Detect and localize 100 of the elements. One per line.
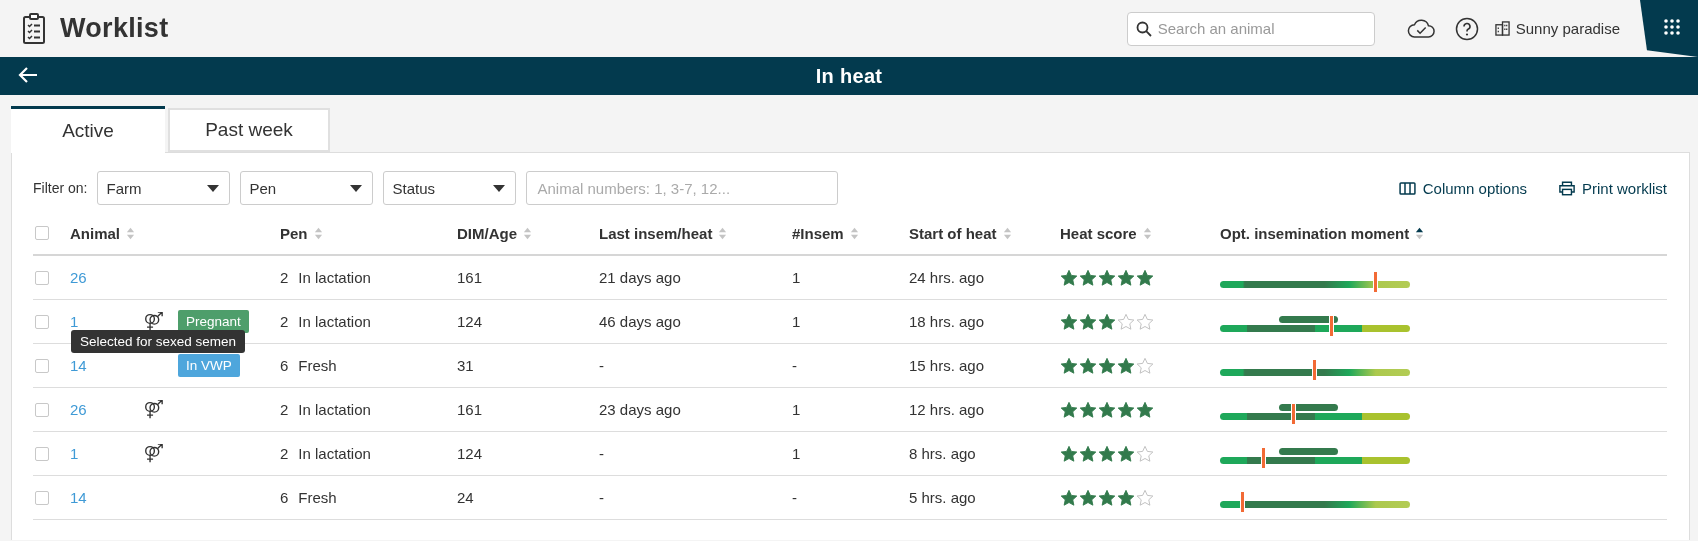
- star-icon: [1079, 312, 1097, 331]
- sex-symbol-icon: [143, 400, 164, 419]
- star-icon: [1136, 268, 1154, 287]
- column-header[interactable]: Heat score: [1060, 224, 1137, 242]
- filter-dropdown[interactable]: Farm: [97, 171, 231, 205]
- table-cell: 31: [457, 357, 474, 374]
- star-icon: [1136, 312, 1154, 331]
- column-header[interactable]: Start of heat: [909, 224, 997, 242]
- checkbox[interactable]: [35, 358, 49, 373]
- checkbox[interactable]: [35, 314, 49, 329]
- column-header[interactable]: Opt. insemination moment: [1220, 224, 1410, 242]
- cloud-check-icon: [1406, 18, 1435, 39]
- pen-name: Fresh: [298, 357, 337, 374]
- filter-dropdown[interactable]: Status: [383, 171, 517, 205]
- caret-icon: [207, 184, 220, 192]
- star-icon: [1098, 356, 1116, 375]
- pen-name: In lactation: [298, 445, 371, 462]
- caret-icon: [493, 184, 506, 192]
- table-cell: 24 hrs. ago: [909, 269, 985, 286]
- star-icon: [1060, 488, 1078, 507]
- checkbox[interactable]: [35, 226, 49, 240]
- table-cell: 1: [792, 313, 801, 330]
- sex-symbol-icon: [143, 312, 164, 331]
- star-icon: [1098, 444, 1116, 463]
- table-cell: 12 hrs. ago: [909, 401, 985, 418]
- table-cell: 15 hrs. ago: [909, 357, 985, 374]
- sort-icon[interactable]: [1415, 225, 1425, 241]
- star-icon: [1136, 444, 1154, 463]
- star-icon: [1117, 268, 1135, 287]
- pen-number: 2: [280, 269, 289, 286]
- tooltip: Selected for sexed semen: [71, 330, 246, 353]
- table-cell: 21 days ago: [599, 269, 681, 286]
- printer-icon: [1559, 180, 1575, 196]
- star-icon: [1060, 400, 1078, 419]
- star-icon: [1117, 400, 1135, 419]
- checkbox[interactable]: [35, 490, 49, 505]
- window-bar: [1278, 403, 1338, 411]
- table-cell: 8 hrs. ago: [909, 445, 976, 462]
- pen-number: 6: [280, 357, 289, 374]
- star-icon: [1117, 488, 1135, 507]
- column-header[interactable]: Pen: [280, 224, 308, 242]
- building-icon: [1494, 21, 1510, 36]
- star-icon: [1098, 488, 1116, 507]
- table-cell: 124: [457, 313, 483, 330]
- help-icon: [1454, 16, 1479, 41]
- pen-number: 2: [280, 445, 289, 462]
- column-header[interactable]: Animal: [70, 224, 120, 242]
- sex-symbol-icon: [143, 444, 164, 463]
- page-title: Worklist: [60, 13, 169, 44]
- pen-number: 6: [280, 489, 289, 506]
- table-cell: 24: [457, 489, 474, 506]
- table-cell: -: [599, 445, 604, 462]
- table-cell: 23 days ago: [599, 401, 681, 418]
- table-cell: 161: [457, 269, 483, 286]
- search-field[interactable]: Search an animal: [1126, 11, 1375, 46]
- pen-name: In lactation: [298, 313, 371, 330]
- menu-grid-icon: [1663, 17, 1681, 36]
- print-button[interactable]: Print worklist: [1559, 179, 1667, 197]
- pen-name: Fresh: [298, 489, 337, 506]
- star-icon: [1060, 356, 1078, 375]
- star-icon: [1079, 444, 1097, 463]
- window-bar: [1278, 315, 1338, 323]
- checkbox[interactable]: [35, 446, 49, 461]
- farm-selector[interactable]: Sunny paradise: [1494, 20, 1620, 37]
- tab[interactable]: Active: [11, 106, 165, 153]
- search-input[interactable]: Search an animal: [1157, 20, 1358, 37]
- checkbox[interactable]: [35, 270, 49, 285]
- table-cell: 46 days ago: [599, 313, 681, 330]
- star-icon: [1060, 444, 1078, 463]
- star-icon: [1117, 356, 1135, 375]
- window-bar: [1278, 447, 1338, 455]
- column-header[interactable]: Last insem/heat: [599, 224, 713, 242]
- star-icon: [1117, 312, 1135, 331]
- clipboard-icon: [22, 12, 46, 45]
- table-cell: 18 hrs. ago: [909, 313, 985, 330]
- column-header[interactable]: #Insem: [792, 224, 844, 242]
- column-header[interactable]: DIM/Age: [457, 224, 517, 242]
- section-title: In heat: [815, 64, 883, 88]
- column-options-button[interactable]: Column options: [1398, 179, 1527, 197]
- table-cell: -: [792, 357, 797, 374]
- cloud-sync-button[interactable]: [1406, 18, 1435, 39]
- table-cell: 161: [457, 401, 483, 418]
- animal-numbers-field[interactable]: Animal numbers: 1, 3-7, 12...: [526, 171, 839, 205]
- star-icon: [1079, 356, 1097, 375]
- apps-menu-button[interactable]: [1640, 0, 1698, 57]
- checkbox[interactable]: [35, 402, 49, 417]
- star-icon: [1117, 444, 1135, 463]
- table-cell: 5 hrs. ago: [909, 489, 976, 506]
- star-icon: [1060, 312, 1078, 331]
- filter-dropdown[interactable]: Pen: [240, 171, 374, 205]
- table-cell: 1: [792, 445, 801, 462]
- status-tag: In VWP: [178, 354, 240, 377]
- star-icon: [1079, 488, 1097, 507]
- help-button[interactable]: [1454, 16, 1479, 41]
- pen-name: In lactation: [298, 269, 371, 286]
- table-cell: -: [792, 489, 797, 506]
- tab[interactable]: Past week: [168, 108, 330, 152]
- table-cell: -: [599, 489, 604, 506]
- star-icon: [1098, 268, 1116, 287]
- star-icon: [1098, 400, 1116, 419]
